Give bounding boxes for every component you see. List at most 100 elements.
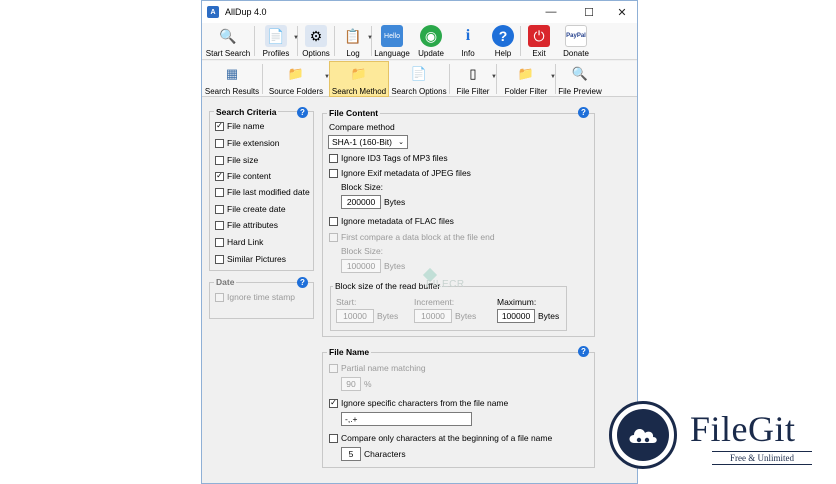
- checkbox-ignore-flac[interactable]: Ignore metadata of FLAC files: [329, 216, 454, 226]
- maximum-label: Maximum:: [497, 297, 537, 307]
- checkbox-compare-only-beginning[interactable]: Compare only characters at the beginning…: [329, 433, 552, 443]
- tab-search-options[interactable]: 📄 Search Options: [389, 61, 449, 97]
- checkbox-label: Similar Pictures: [227, 254, 287, 264]
- help-icon[interactable]: ?: [297, 107, 308, 118]
- checkbox-box[interactable]: [329, 168, 338, 178]
- start-input[interactable]: 10000: [336, 309, 374, 323]
- help-button[interactable]: ? Help: [486, 23, 520, 60]
- log-button[interactable]: 📋 Log ▼: [335, 23, 373, 60]
- checkbox-label: File size: [227, 155, 259, 165]
- brand-tagline: Free & Unlimited: [712, 451, 812, 465]
- checkbox-file-content[interactable]: ✓ File content: [215, 171, 271, 181]
- checkbox-label: File attributes: [227, 220, 279, 230]
- checkbox-box[interactable]: [329, 433, 338, 443]
- profiles-icon: 📄: [265, 25, 287, 47]
- checkbox-label: File create date: [227, 204, 286, 214]
- end-block-size-input[interactable]: 100000: [341, 259, 381, 273]
- exif-block-size-input[interactable]: 200000: [341, 195, 381, 209]
- update-button[interactable]: ◉ Update: [412, 23, 450, 60]
- paypal-icon: PayPal: [565, 25, 587, 47]
- profiles-button[interactable]: 📄 Profiles ▼: [255, 23, 299, 60]
- update-label: Update: [418, 49, 444, 58]
- filegit-logo: [609, 401, 677, 469]
- options-button[interactable]: ⚙ Options: [298, 23, 334, 60]
- tab-search-results[interactable]: ▦ Search Results: [202, 61, 262, 97]
- tab-search-method[interactable]: 📁 Search Method: [329, 61, 389, 97]
- checkbox-box[interactable]: ✓: [329, 398, 338, 408]
- checkbox-box[interactable]: [215, 237, 224, 247]
- checkbox-box[interactable]: [329, 363, 338, 373]
- checkbox-file-name[interactable]: ✓ File name: [215, 121, 264, 131]
- checkbox-box[interactable]: [215, 220, 224, 230]
- info-icon: i: [465, 27, 471, 44]
- checkbox-ignore-id3[interactable]: Ignore ID3 Tags of MP3 files: [329, 153, 448, 163]
- ignore-characters-input[interactable]: -,.+: [341, 412, 472, 426]
- cloud-icon: [617, 409, 669, 461]
- checkbox-ignore-exif[interactable]: Ignore Exif metadata of JPEG files: [329, 168, 471, 178]
- info-label: Info: [461, 49, 475, 58]
- checkbox-file-attributes[interactable]: File attributes: [215, 220, 278, 230]
- maximum-input[interactable]: 100000: [497, 309, 535, 323]
- watermark-text: FILECR: [426, 279, 465, 290]
- help-icon[interactable]: ?: [578, 107, 589, 118]
- checkbox-hard-link[interactable]: Hard Link: [215, 237, 263, 247]
- checkbox-label: File extension: [227, 138, 280, 148]
- checkbox-similar-pictures[interactable]: Similar Pictures: [215, 254, 286, 264]
- checkbox-box[interactable]: [215, 155, 224, 165]
- checkbox-box[interactable]: [215, 292, 224, 302]
- increment-input[interactable]: 10000: [414, 309, 452, 323]
- bytes-label: Bytes: [538, 311, 560, 321]
- language-icon: Hello: [381, 25, 403, 47]
- source-folders-label: Source Folders: [268, 87, 324, 96]
- checkbox-file-create-date[interactable]: File create date: [215, 204, 286, 214]
- help-icon[interactable]: ?: [578, 346, 589, 357]
- checkbox-box[interactable]: ✓: [215, 171, 224, 181]
- partial-match-input[interactable]: 90: [341, 377, 361, 391]
- file-name-title: File Name: [327, 347, 372, 357]
- checkbox-box[interactable]: [329, 216, 338, 226]
- checkbox-box[interactable]: [215, 254, 224, 264]
- checkbox-box[interactable]: ✓: [215, 121, 224, 131]
- maximize-button[interactable]: ☐: [574, 1, 604, 23]
- close-button[interactable]: ✕: [607, 1, 637, 23]
- tab-folder-filter[interactable]: 📁 Folder Filter ▼: [497, 61, 556, 97]
- checkbox-first-compare-end[interactable]: First compare a data block at the file e…: [329, 232, 495, 242]
- checkbox-box[interactable]: [215, 204, 224, 214]
- exit-button[interactable]: ⏻ Exit: [521, 23, 557, 60]
- donate-button[interactable]: PayPal Donate: [557, 23, 595, 60]
- checkbox-file-extension[interactable]: File extension: [215, 138, 279, 148]
- help-icon[interactable]: ?: [297, 277, 308, 288]
- checkbox-file-size[interactable]: File size: [215, 155, 258, 165]
- characters-count-input[interactable]: 5: [341, 447, 361, 461]
- bytes-label: Bytes: [377, 311, 399, 321]
- checkbox-label: Compare only characters at the beginning…: [341, 433, 553, 443]
- characters-label: Characters: [364, 449, 406, 459]
- tab-file-preview[interactable]: 🔍 File Preview: [556, 61, 604, 97]
- main-toolbar: 🔍 Start Search 📄 Profiles ▼ ⚙ Options 📋 …: [202, 23, 637, 60]
- checkbox-box[interactable]: [215, 187, 224, 197]
- file-preview-icon: 🔍: [571, 66, 589, 81]
- compare-method-select[interactable]: SHA-1 (160-Bit) ⌄: [328, 135, 408, 149]
- checkbox-partial-name-matching[interactable]: Partial name matching: [329, 363, 426, 373]
- tab-source-folders[interactable]: 📁 Source Folders ▼: [263, 61, 330, 97]
- window-title: AllDup 4.0: [225, 7, 267, 17]
- checkbox-box[interactable]: [329, 153, 338, 163]
- checkbox-label: Ignore specific characters from the file…: [341, 398, 509, 408]
- checkbox-ignore-time-stamp[interactable]: Ignore time stamp: [215, 292, 295, 302]
- info-button[interactable]: i Info: [450, 23, 486, 60]
- checkbox-box[interactable]: [215, 138, 224, 148]
- checkbox-file-last-modified[interactable]: File last modified date: [215, 187, 310, 197]
- start-search-button[interactable]: 🔍 Start Search: [202, 23, 254, 60]
- language-button[interactable]: Hello Language: [372, 23, 412, 60]
- percent-label: %: [364, 379, 372, 389]
- checkbox-label: Ignore metadata of FLAC files: [341, 216, 454, 226]
- folder-filter-icon: 📁: [517, 66, 535, 81]
- minimize-button[interactable]: —: [536, 1, 566, 23]
- log-icon: 📋: [344, 27, 362, 44]
- checkbox-box[interactable]: [329, 232, 338, 242]
- tab-file-filter[interactable]: ▯ File Filter ▼: [450, 61, 497, 97]
- checkbox-ignore-specific-characters[interactable]: ✓ Ignore specific characters from the fil…: [329, 398, 508, 408]
- source-folders-icon: 📁: [287, 66, 305, 81]
- increment-label: Increment:: [414, 297, 455, 307]
- log-label: Log: [346, 49, 360, 58]
